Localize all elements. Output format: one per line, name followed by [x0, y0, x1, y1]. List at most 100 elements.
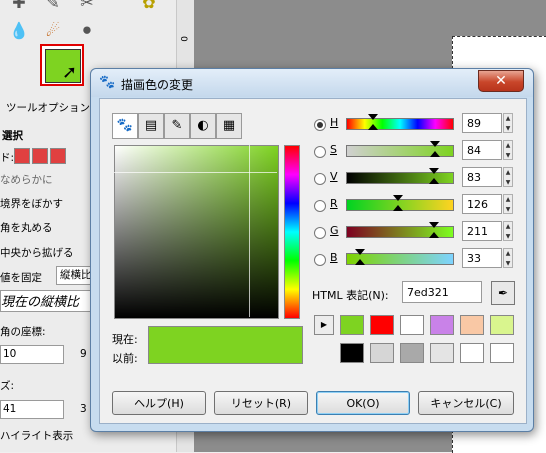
opt-expand-label[interactable]: 中央から拡げる [0, 245, 74, 260]
history-swatch[interactable] [340, 315, 364, 335]
opt-round-label[interactable]: 角を丸める [0, 220, 53, 235]
html-notation-label: HTML 表記(N): [312, 289, 389, 302]
blur-tool-icon[interactable]: 💧 [8, 20, 30, 42]
channel-value-v[interactable]: 83 [462, 167, 502, 187]
slider-marker-bottom[interactable] [428, 232, 439, 238]
channel-radio-v[interactable] [314, 173, 326, 185]
slider-marker-top[interactable] [428, 168, 439, 174]
spin-arrows-icon[interactable]: ▲ ▼ [503, 113, 513, 133]
slider-marker-bottom[interactable] [354, 259, 365, 265]
spin-arrows-icon[interactable]: ▲ ▼ [503, 248, 513, 268]
history-swatch[interactable] [430, 315, 454, 335]
opt-select-label: 選択 [2, 130, 23, 142]
channel-value-s[interactable]: 84 [462, 140, 502, 160]
history-swatch[interactable] [460, 315, 484, 335]
opt-feather-label[interactable]: 境界をぼかす [0, 196, 63, 211]
slider-marker-bottom[interactable] [430, 151, 441, 157]
reset-button[interactable]: リセット(R) [214, 391, 308, 415]
spin-arrows-icon[interactable]: ▲ ▼ [503, 140, 513, 160]
opt-smooth-label[interactable]: なめらかに [0, 172, 53, 187]
channel-label-r: R [330, 197, 338, 210]
tab-gimp-selector-icon[interactable]: 🐾 [112, 113, 138, 139]
play-arrow-icon: ▶ [320, 320, 328, 329]
current-previous-swatch [148, 326, 303, 364]
slider-marker-bottom[interactable] [367, 124, 378, 130]
slider-marker-top[interactable] [430, 141, 441, 147]
slider-marker-bottom[interactable] [428, 178, 439, 184]
opt-current-ratio-field[interactable]: 現在の縦横比 [0, 290, 98, 312]
history-swatch[interactable] [370, 343, 394, 363]
tab-watercolor-icon[interactable]: ✎ [164, 113, 190, 139]
html-notation-input[interactable]: 7ed321 [402, 281, 482, 303]
tab-cmyk-icon[interactable]: ▤ [138, 113, 164, 139]
history-swatch[interactable] [400, 343, 424, 363]
channel-value-h[interactable]: 89 [462, 113, 502, 133]
selector-tabs: 🐾 ▤ ✎ ◐ ▦ [112, 113, 242, 139]
slider-marker-top[interactable] [354, 249, 365, 255]
history-swatch[interactable] [490, 315, 514, 335]
slider-marker-top[interactable] [428, 222, 439, 228]
picker-crosshair-h [114, 172, 277, 173]
spin-arrows-icon[interactable]: ▲ ▼ [503, 221, 513, 241]
tab-scales-icon[interactable]: ▦ [216, 113, 242, 139]
channel-slider-h[interactable] [346, 118, 454, 130]
smudge-tool-icon[interactable]: ☄ [42, 20, 64, 42]
opt-pos-x-field[interactable]: 10 [0, 345, 64, 364]
previous-label: 以前: [112, 352, 138, 365]
history-swatch[interactable] [460, 343, 484, 363]
channel-value-g[interactable]: 211 [462, 221, 502, 241]
history-swatch[interactable] [340, 343, 364, 363]
close-button[interactable]: ✕ [478, 70, 524, 92]
path-tool-icon[interactable]: ✎ [42, 0, 64, 14]
close-icon: ✕ [495, 73, 507, 89]
hue-strip[interactable] [284, 145, 300, 319]
opt-size-h-value: 3 [80, 403, 87, 415]
channel-value-r[interactable]: 126 [462, 194, 502, 214]
history-swatch[interactable] [400, 315, 424, 335]
history-expand-button[interactable]: ▶ [314, 315, 334, 335]
ruler-number: 0 [178, 36, 188, 42]
slider-marker-top[interactable] [392, 195, 403, 201]
measure-tool-icon[interactable]: ✂ [76, 0, 98, 14]
channel-label-b: B [330, 251, 338, 264]
history-swatch[interactable] [370, 315, 394, 335]
channel-radio-g[interactable] [314, 227, 326, 239]
slider-marker-top[interactable] [367, 114, 378, 120]
channel-label-v: V [330, 170, 338, 183]
eyedropper-button[interactable]: ✒ [491, 281, 515, 305]
current-label: 現在: [112, 333, 138, 346]
foreground-color-dialog: 🐾 描画色の変更 ✕ 🐾 ▤ ✎ ◐ ▦ 現在: 以前: H 89 ▲ ▼ S 84 ▲ ▼ V… [90, 68, 534, 432]
spin-arrows-icon[interactable]: ▲ ▼ [503, 167, 513, 187]
opt-size-label: ズ: [0, 380, 15, 392]
mode-add-icon[interactable] [32, 148, 48, 164]
mode-replace-icon[interactable] [14, 148, 30, 164]
history-swatch[interactable] [430, 343, 454, 363]
eyedropper-icon: ✒ [497, 286, 509, 300]
slider-marker-bottom[interactable] [392, 205, 403, 211]
history-swatch[interactable] [490, 343, 514, 363]
ok-button[interactable]: OK(O) [316, 391, 410, 415]
dodge-tool-icon[interactable]: ⚫ [76, 20, 98, 42]
channel-radio-h[interactable] [314, 119, 326, 131]
channel-radio-b[interactable] [314, 254, 326, 266]
heal-tool-icon[interactable]: ✚ [8, 0, 30, 14]
tab-wheel-icon[interactable]: ◐ [190, 113, 216, 139]
channel-label-s: S [330, 143, 337, 156]
gimp-app-icon: 🐾 [99, 75, 116, 90]
channel-label-h: H [330, 116, 339, 129]
opt-highlight-label[interactable]: ハイライト表示 [0, 428, 73, 443]
gimp-mascot-icon[interactable]: ✿ [138, 0, 160, 14]
cancel-button[interactable]: キャンセル(C) [418, 391, 514, 415]
dialog-title: 描画色の変更 [121, 78, 194, 92]
mode-subtract-icon[interactable] [50, 148, 66, 164]
opt-mode-label: ド: [0, 152, 15, 164]
tool-options-title: ツールオプション [6, 102, 90, 114]
opt-fixed-label[interactable]: 値を固定 [0, 270, 42, 285]
channel-value-b[interactable]: 33 [462, 248, 502, 268]
channel-radio-s[interactable] [314, 146, 326, 158]
opt-size-w-field[interactable]: 41 [0, 400, 64, 419]
help-button[interactable]: ヘルプ(H) [112, 391, 206, 415]
channel-radio-r[interactable] [314, 200, 326, 212]
spin-arrows-icon[interactable]: ▲ ▼ [503, 194, 513, 214]
opt-position-label: 角の座標: [0, 326, 46, 338]
